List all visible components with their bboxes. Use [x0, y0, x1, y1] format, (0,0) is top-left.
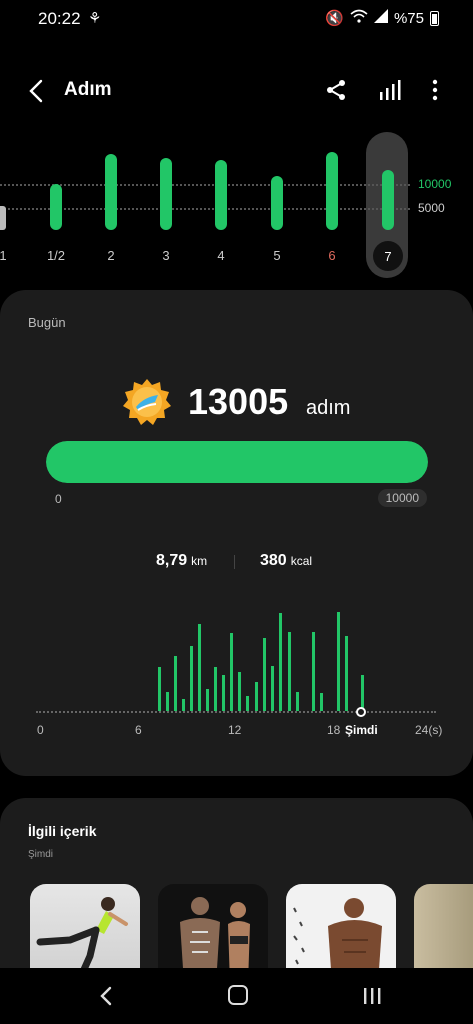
today-card: Bugün 13005 adım 0 10000 8,79 km 380 kcal — [0, 290, 473, 776]
hourly-axis — [36, 711, 436, 713]
mute-icon: 🔇 — [325, 10, 344, 27]
hour-bar — [337, 612, 340, 711]
week-label-4: 4 — [217, 248, 225, 263]
stats-button[interactable] — [376, 76, 404, 104]
share-icon — [327, 80, 345, 100]
week-label-1-2: 1/2 — [46, 248, 66, 263]
hourly-step-chart[interactable]: 0 6 12 18 Şimdi 24(s) — [0, 610, 473, 750]
week-label-3: 3 — [162, 248, 170, 263]
hour-bar — [182, 699, 185, 711]
hour-label-24: 24(s) — [415, 723, 443, 737]
week-label-6: 6 — [328, 248, 336, 263]
hour-bar — [198, 624, 201, 711]
hour-bar — [246, 696, 249, 711]
nav-home-button[interactable] — [228, 985, 248, 1005]
hour-label-0: 0 — [37, 723, 44, 737]
hour-label-18: 18 — [327, 723, 341, 737]
hour-bar — [238, 672, 241, 711]
hour-bar — [361, 675, 364, 711]
week-label-1: 1 — [0, 248, 7, 263]
hour-bar — [255, 682, 258, 711]
week-bar-6[interactable] — [326, 152, 338, 230]
now-label: Şimdi — [345, 723, 378, 737]
step-progress-bar — [46, 441, 428, 483]
step-progress-fill — [46, 441, 428, 483]
week-bar-5[interactable] — [271, 176, 283, 230]
step-count: 13005 — [188, 381, 289, 422]
hour-bar — [222, 675, 225, 711]
system-nav-bar — [0, 968, 473, 1024]
hour-bar — [174, 656, 177, 711]
notification-icon: ⚘ — [88, 10, 102, 27]
offscreen-bar — [0, 206, 6, 230]
hour-bar — [206, 689, 209, 711]
share-button[interactable] — [322, 76, 350, 104]
more-vertical-icon — [432, 79, 438, 101]
related-subtitle: Şimdi — [28, 849, 54, 860]
goal-medal-icon — [123, 379, 171, 425]
signal-icon — [373, 9, 388, 27]
related-title: İlgili içerik — [28, 823, 97, 839]
hour-label-6: 6 — [135, 723, 142, 737]
back-button[interactable] — [22, 76, 52, 106]
more-options-button[interactable] — [424, 76, 446, 104]
hour-bar — [190, 646, 193, 711]
hour-bar — [166, 692, 169, 711]
hour-bar — [230, 633, 233, 711]
bar-chart-icon — [380, 80, 401, 100]
goal-label-5000: 5000 — [418, 201, 445, 215]
hour-bar — [288, 632, 291, 711]
week-chart[interactable]: 10000 5000 1 1/2 2 3 4 5 6 7 — [0, 130, 473, 280]
hour-bar — [345, 636, 348, 711]
calories-metric: 380 kcal — [260, 552, 312, 570]
progress-min-label: 0 — [55, 492, 62, 506]
distance-metric: 8,79 km — [156, 552, 207, 570]
status-bar: 20:22 ⚘ 🔇 %75 — [0, 0, 473, 36]
nav-recent-apps-button[interactable] — [362, 986, 382, 1006]
distance-unit: km — [191, 554, 208, 568]
hour-bar — [271, 666, 274, 711]
card-title: Bugün — [28, 315, 66, 330]
hour-bar — [263, 638, 266, 711]
week-bar-3[interactable] — [160, 158, 172, 230]
calories-value: 380 — [260, 552, 287, 569]
week-label-2: 2 — [107, 248, 115, 263]
battery-icon — [430, 10, 439, 26]
hour-label-12: 12 — [228, 723, 242, 737]
now-marker — [356, 707, 366, 717]
distance-value: 8,79 — [156, 552, 188, 569]
week-bar-1-2[interactable] — [50, 184, 62, 230]
status-icons: 🔇 %75 — [325, 9, 439, 27]
calories-unit: kcal — [290, 554, 313, 568]
page-title: Adım — [64, 79, 112, 100]
week-bar-7[interactable] — [382, 170, 394, 230]
chevron-left-icon — [29, 79, 43, 103]
goal-label-10000: 10000 — [418, 177, 452, 191]
hour-bar — [296, 692, 299, 711]
nav-back-button[interactable] — [96, 985, 116, 1007]
hour-bar — [214, 667, 217, 711]
week-bar-2[interactable] — [105, 154, 117, 230]
week-label-7-selected[interactable]: 7 — [373, 241, 403, 271]
progress-goal-label: 10000 — [377, 489, 427, 507]
week-label-5: 5 — [273, 248, 281, 263]
hour-bar — [312, 632, 315, 711]
hour-bar — [320, 693, 323, 711]
app-header: Adım — [0, 64, 473, 118]
goal-line-10000 — [0, 184, 410, 186]
hour-bar — [158, 667, 161, 711]
hour-bar — [279, 613, 282, 711]
step-unit: adım — [306, 397, 351, 419]
status-time: 20:22 — [38, 9, 81, 28]
wifi-icon — [350, 9, 368, 27]
week-bar-4[interactable] — [215, 160, 227, 230]
metric-divider — [234, 555, 235, 569]
battery-percent: %75 — [393, 9, 424, 27]
